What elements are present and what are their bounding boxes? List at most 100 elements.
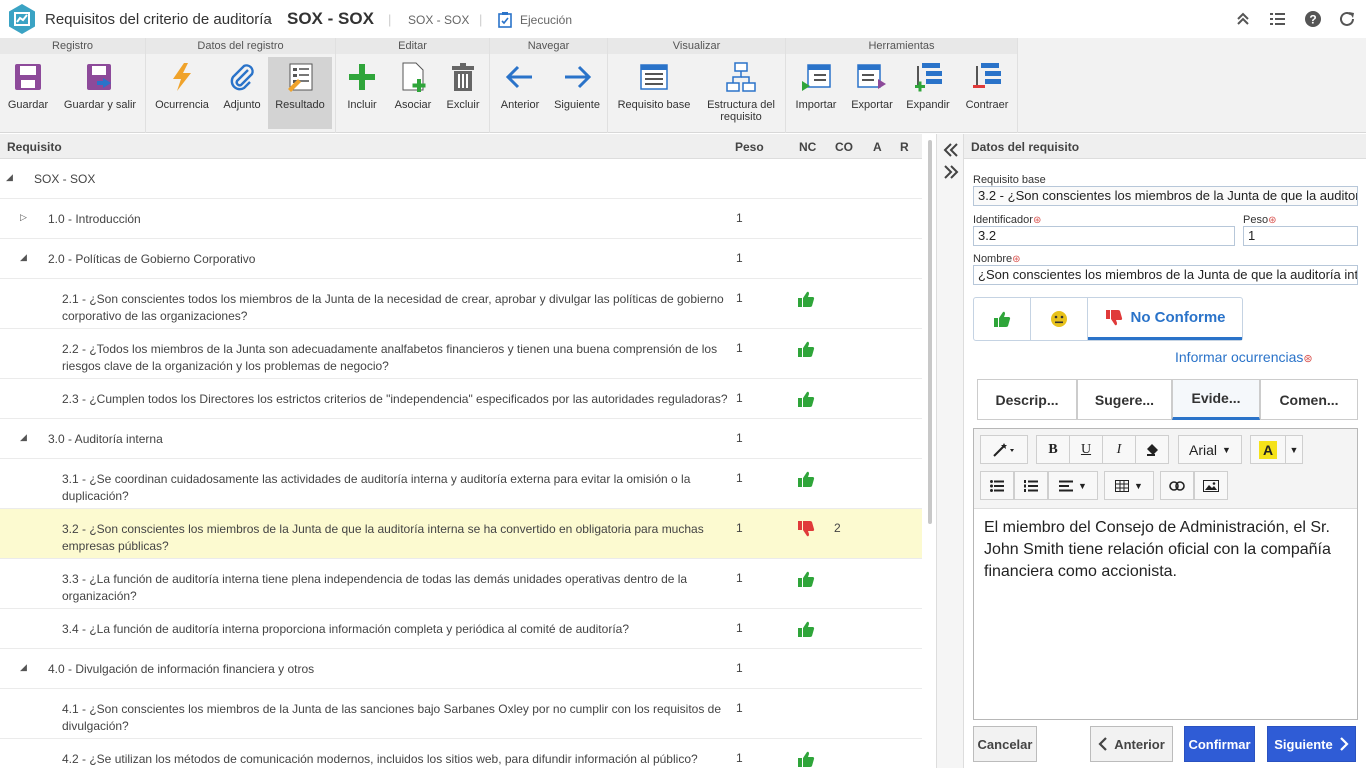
thumbs-up-icon: [994, 311, 1011, 327]
column-nc[interactable]: NC: [799, 140, 816, 154]
column-peso[interactable]: Peso: [735, 140, 764, 154]
table-row[interactable]: 2.3 - ¿Cumplen todos los Directores los …: [0, 379, 922, 419]
name-field[interactable]: ¿Son conscientes los miembros de la Junt…: [973, 265, 1358, 285]
expanded-caret-icon[interactable]: ◢: [20, 252, 27, 263]
list-icon[interactable]: [1268, 10, 1286, 28]
grid-header: Requisito Peso NC CO A R: [0, 134, 922, 159]
identifier-field[interactable]: 3.2: [973, 226, 1235, 246]
align-select[interactable]: ▼: [1048, 471, 1098, 500]
highlight-dropdown[interactable]: ▼: [1285, 435, 1303, 464]
bullet-list-button[interactable]: [980, 471, 1014, 500]
table-row[interactable]: 4.2 - ¿Se utilizan los métodos de comuni…: [0, 739, 922, 768]
collapsed-caret-icon[interactable]: ▷: [20, 212, 27, 223]
table-row[interactable]: 2.1 - ¿Son conscientes todos los miembro…: [0, 279, 922, 329]
ribbon-group-registro: Registro Guardar Guardar y salir: [0, 38, 146, 133]
previous-button[interactable]: Anterior: [496, 57, 544, 129]
table-row-selected[interactable]: 3.2 - ¿Son conscientes los miembros de l…: [0, 509, 922, 559]
table-row[interactable]: 4.1 - ¿Son conscientes los miembros de l…: [0, 689, 922, 739]
editor-toolbar: B U I Arial ▼ A ▼ ▼ ▼: [974, 429, 1357, 509]
tab-evidencia[interactable]: Evide...: [1172, 379, 1260, 420]
result-button[interactable]: Resultado: [268, 57, 332, 129]
ribbon-group-title: Datos del registro: [146, 38, 335, 54]
link-button[interactable]: [1160, 471, 1194, 500]
bullet-list-icon: [990, 479, 1004, 492]
previous-record-button[interactable]: Anterior: [1090, 726, 1173, 762]
requirements-grid: Requisito Peso NC CO A R ◢ SOX - SOX ▷ 1.0 …: [0, 134, 936, 768]
save-and-exit-button[interactable]: Guardar y salir: [60, 57, 140, 129]
associate-button[interactable]: Asociar: [390, 57, 436, 129]
report-occurrences-link[interactable]: Informar ocurrencias⊛: [1175, 349, 1313, 365]
expand-button[interactable]: Expandir: [902, 57, 954, 129]
column-co[interactable]: CO: [835, 140, 853, 154]
italic-button[interactable]: I: [1102, 435, 1136, 464]
chevron-double-left-icon[interactable]: [943, 142, 959, 158]
requirement-structure-button[interactable]: Estructura del requisito: [702, 57, 780, 129]
expanded-caret-icon[interactable]: ◢: [6, 172, 13, 183]
column-requisito[interactable]: Requisito: [7, 140, 62, 154]
attachment-button[interactable]: Adjunto: [218, 57, 266, 129]
plus-icon: [349, 64, 375, 90]
column-r[interactable]: R: [900, 140, 909, 154]
record-title: SOX - SOX: [287, 9, 374, 28]
highlight-button[interactable]: A: [1250, 435, 1286, 464]
base-requirement-button[interactable]: Requisito base: [614, 57, 694, 129]
grid-scrollbar-thumb[interactable]: [928, 140, 932, 524]
editor-content[interactable]: El miembro del Consejo de Administración…: [984, 517, 1344, 583]
conforme-option[interactable]: [974, 298, 1031, 340]
no-conforme-option[interactable]: No Conforme: [1088, 298, 1242, 340]
table-row[interactable]: ▷ 1.0 - Introducción 1: [0, 199, 922, 239]
image-button[interactable]: [1194, 471, 1228, 500]
delete-button[interactable]: Excluir: [440, 57, 486, 129]
save-button[interactable]: Guardar: [4, 57, 52, 129]
table-row[interactable]: ◢ 3.0 - Auditoría interna 1: [0, 419, 922, 459]
co-count: 2: [834, 521, 841, 535]
tab-sugerencia[interactable]: Sugere...: [1077, 379, 1172, 420]
weight-cell: 1: [736, 471, 743, 485]
tab-comentario[interactable]: Comen...: [1260, 379, 1358, 420]
eraser-button[interactable]: [1135, 435, 1169, 464]
underline-button[interactable]: U: [1069, 435, 1103, 464]
table-row[interactable]: ◢ 4.0 - Divulgación de información financ…: [0, 649, 922, 689]
help-icon[interactable]: ?: [1304, 10, 1322, 28]
table-row[interactable]: 3.4 - ¿La función de auditoría interna p…: [0, 609, 922, 649]
thumbs-down-icon: [1105, 309, 1122, 325]
weight-field[interactable]: 1: [1243, 226, 1358, 246]
numbered-list-button[interactable]: [1014, 471, 1048, 500]
weight-cell: 1: [736, 571, 743, 585]
include-button[interactable]: Incluir: [340, 57, 384, 129]
import-button[interactable]: Importar: [790, 57, 842, 129]
tab-descripcion[interactable]: Descrip...: [977, 379, 1077, 420]
chevron-left-icon: [1098, 737, 1107, 751]
confirm-button[interactable]: Confirmar: [1184, 726, 1255, 762]
next-record-button[interactable]: Siguiente: [1267, 726, 1356, 762]
expanded-caret-icon[interactable]: ◢: [20, 432, 27, 443]
panel-title: Datos del requisito: [964, 134, 1366, 159]
occurrence-button[interactable]: Ocurrencia: [152, 57, 212, 129]
table-row[interactable]: 3.1 - ¿Se coordinan cuidadosamente las a…: [0, 459, 922, 509]
magic-wand-button[interactable]: [980, 435, 1028, 464]
cancel-button[interactable]: Cancelar: [973, 726, 1037, 762]
export-button[interactable]: Exportar: [846, 57, 898, 129]
numbered-list-icon: [1024, 479, 1038, 492]
table-row[interactable]: 2.2 - ¿Todos los miembros de la Junta so…: [0, 329, 922, 379]
chevron-double-right-icon[interactable]: [943, 164, 959, 180]
hierarchy-icon: [726, 62, 756, 92]
bold-button[interactable]: B: [1036, 435, 1070, 464]
table-row[interactable]: ◢ 2.0 - Políticas de Gobierno Corporativo…: [0, 239, 922, 279]
column-a[interactable]: A: [873, 140, 882, 154]
table-row[interactable]: ◢ SOX - SOX: [0, 159, 922, 199]
table-row[interactable]: 3.3 - ¿La función de auditoría interna t…: [0, 559, 922, 609]
requirement-text: 2.0 - Políticas de Gobierno Corporativo: [48, 252, 256, 266]
base-requirement-field[interactable]: 3.2 - ¿Son conscientes los miembros de l…: [973, 186, 1358, 206]
weight-cell: 1: [736, 211, 743, 225]
collapse-button[interactable]: Contraer: [960, 57, 1014, 129]
refresh-icon[interactable]: [1338, 10, 1356, 28]
neutral-option[interactable]: [1031, 298, 1088, 340]
collapse-up-icon[interactable]: [1234, 10, 1252, 28]
image-icon: [1203, 479, 1219, 492]
table-select[interactable]: ▼: [1104, 471, 1154, 500]
font-select[interactable]: Arial ▼: [1178, 435, 1242, 464]
next-button[interactable]: Siguiente: [550, 57, 604, 129]
requirement-text: 4.1 - ¿Son conscientes los miembros de l…: [62, 702, 722, 733]
expanded-caret-icon[interactable]: ◢: [20, 662, 27, 673]
